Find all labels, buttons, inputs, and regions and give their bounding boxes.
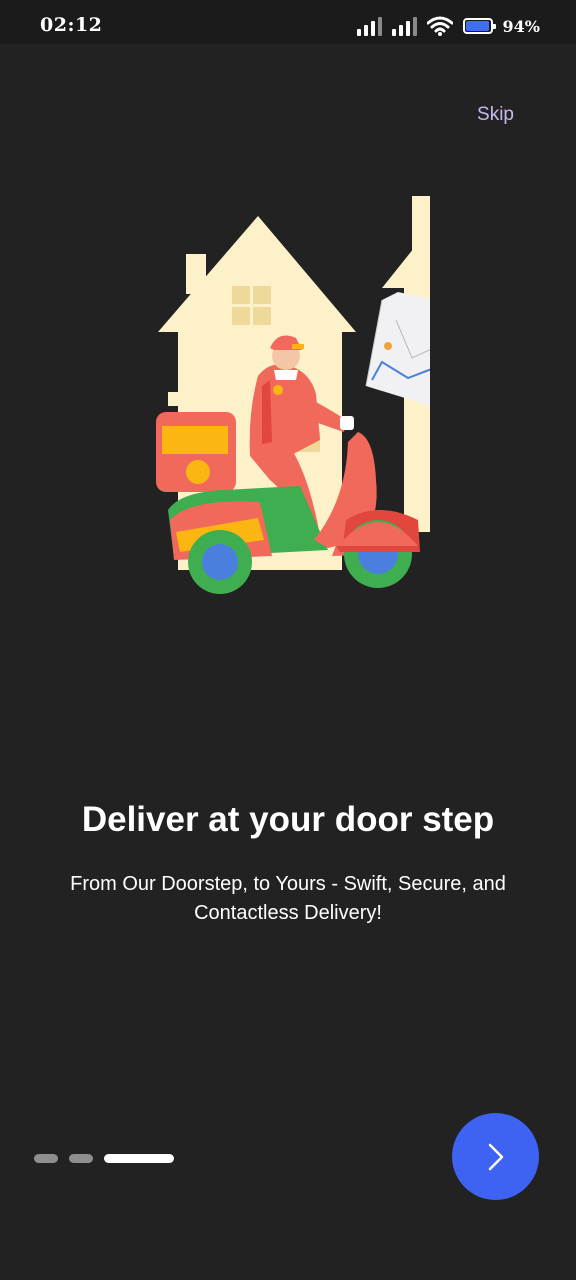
onboarding-title: Deliver at your door step — [81, 800, 495, 839]
signal-icon — [391, 16, 417, 36]
status-icons: 94% — [356, 14, 540, 38]
next-button[interactable] — [452, 1113, 539, 1200]
battery-level — [465, 21, 489, 31]
signal-icon — [356, 16, 382, 36]
status-time: 02:12 — [40, 14, 103, 36]
page-dot-active — [104, 1154, 174, 1163]
status-bar: 02:12 94% — [0, 0, 576, 44]
battery-percent: 94% — [502, 16, 540, 36]
map-icon — [365, 292, 430, 406]
wifi-icon — [426, 16, 453, 36]
onboarding-subtitle: From Our Doorstep, to Yours - Swift, Sec… — [70, 873, 506, 924]
chevron-right-icon — [488, 1143, 503, 1170]
battery-icon — [462, 18, 496, 34]
page-dot — [69, 1154, 93, 1163]
delivery-scooter-illustration — [156, 196, 430, 594]
page-indicator — [34, 1154, 174, 1163]
page-dot — [34, 1154, 58, 1163]
skip-button[interactable]: Skip — [477, 104, 514, 126]
